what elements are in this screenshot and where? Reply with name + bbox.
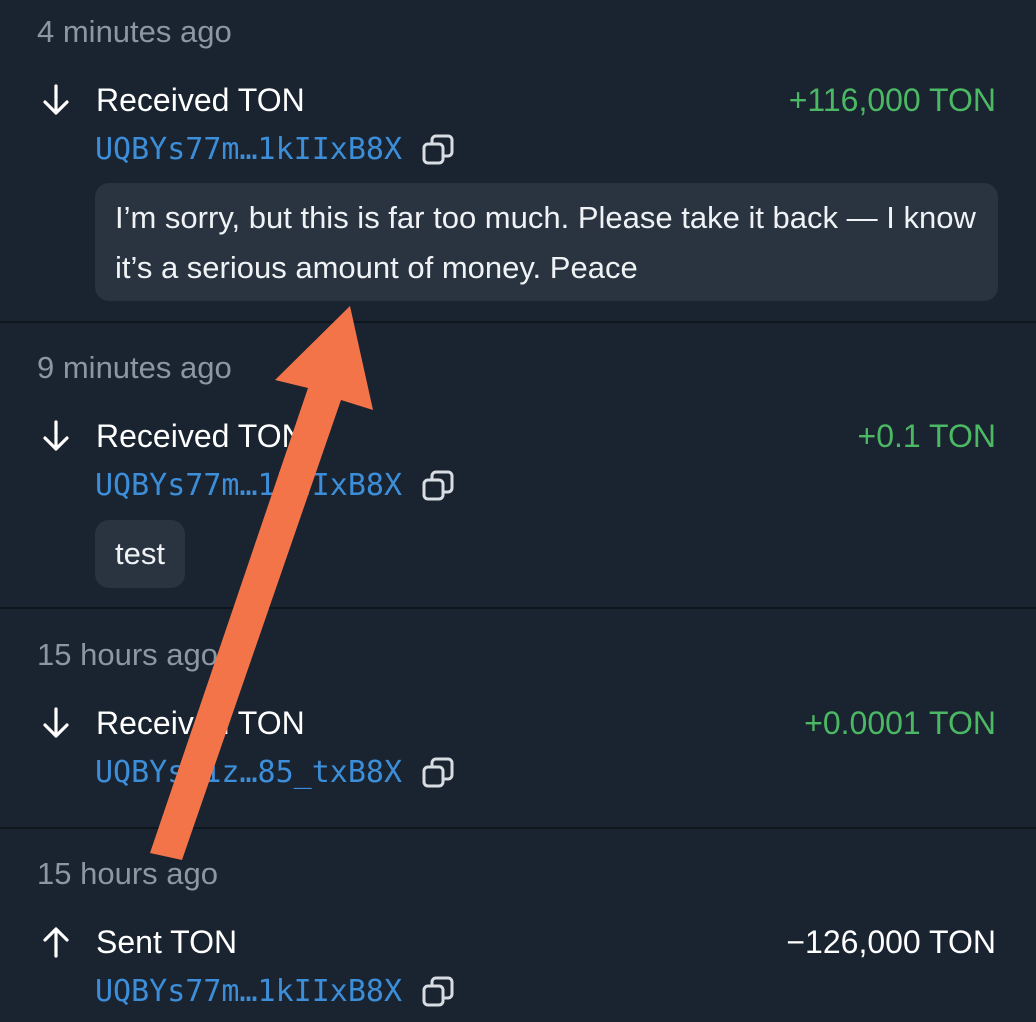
- transaction-time: 15 hours ago: [37, 856, 218, 891]
- transaction-item[interactable]: 15 hours ago Sent TON −126,000 TON UQBYs…: [0, 829, 1036, 1022]
- transaction-header: Received TON +0.1 TON: [40, 416, 996, 456]
- transaction-time: 9 minutes ago: [37, 350, 232, 385]
- arrow-down-icon: [43, 420, 69, 451]
- transaction-time: 4 minutes ago: [37, 14, 232, 49]
- transaction-title: Received TON: [96, 705, 305, 741]
- transaction-title: Received TON: [96, 82, 305, 118]
- address-row: UQBYs77m…1kIIxB8X: [95, 974, 455, 1010]
- copy-icon[interactable]: [421, 756, 455, 790]
- transaction-header: Sent TON −126,000 TON: [40, 922, 996, 962]
- transaction-amount: +116,000 TON: [788, 82, 996, 118]
- transaction-amount: +0.0001 TON: [804, 705, 996, 741]
- transaction-header: Received TON +0.0001 TON: [40, 703, 996, 743]
- copy-icon[interactable]: [421, 469, 455, 503]
- transaction-item[interactable]: 15 hours ago Received TON +0.0001 TON UQ…: [0, 609, 1036, 827]
- copy-icon[interactable]: [421, 133, 455, 167]
- transaction-time: 15 hours ago: [37, 637, 218, 672]
- transaction-item[interactable]: 4 minutes ago Received TON +116,000 TON …: [0, 0, 1036, 322]
- transaction-item[interactable]: 9 minutes ago Received TON +0.1 TON UQBY…: [0, 323, 1036, 607]
- arrow-down-icon: [43, 84, 69, 115]
- wallet-address-link[interactable]: UQBYsp1z…85_txB8X: [95, 755, 402, 791]
- transaction-amount: +0.1 TON: [857, 418, 996, 454]
- arrow-up-icon: [43, 927, 69, 958]
- arrow-down-icon: [43, 707, 69, 738]
- transaction-title: Sent TON: [96, 924, 238, 960]
- copy-icon[interactable]: [421, 975, 455, 1009]
- wallet-address-link[interactable]: UQBYs77m…1kIIxB8X: [95, 974, 402, 1010]
- transaction-amount: −126,000 TON: [786, 924, 996, 960]
- address-row: UQBYs77m…1kIIxB8X: [95, 132, 455, 168]
- address-row: UQBYsp1z…85_txB8X: [95, 755, 455, 791]
- transaction-comment: I’m sorry, but this is far too much. Ple…: [95, 183, 998, 301]
- transaction-header: Received TON +116,000 TON: [40, 80, 996, 120]
- address-row: UQBYs77m…1kIIxB8X: [95, 468, 455, 504]
- wallet-address-link[interactable]: UQBYs77m…1kIIxB8X: [95, 132, 402, 168]
- wallet-address-link[interactable]: UQBYs77m…1kIIxB8X: [95, 468, 402, 504]
- transaction-comment: test: [95, 520, 185, 588]
- transaction-title: Received TON: [96, 418, 305, 454]
